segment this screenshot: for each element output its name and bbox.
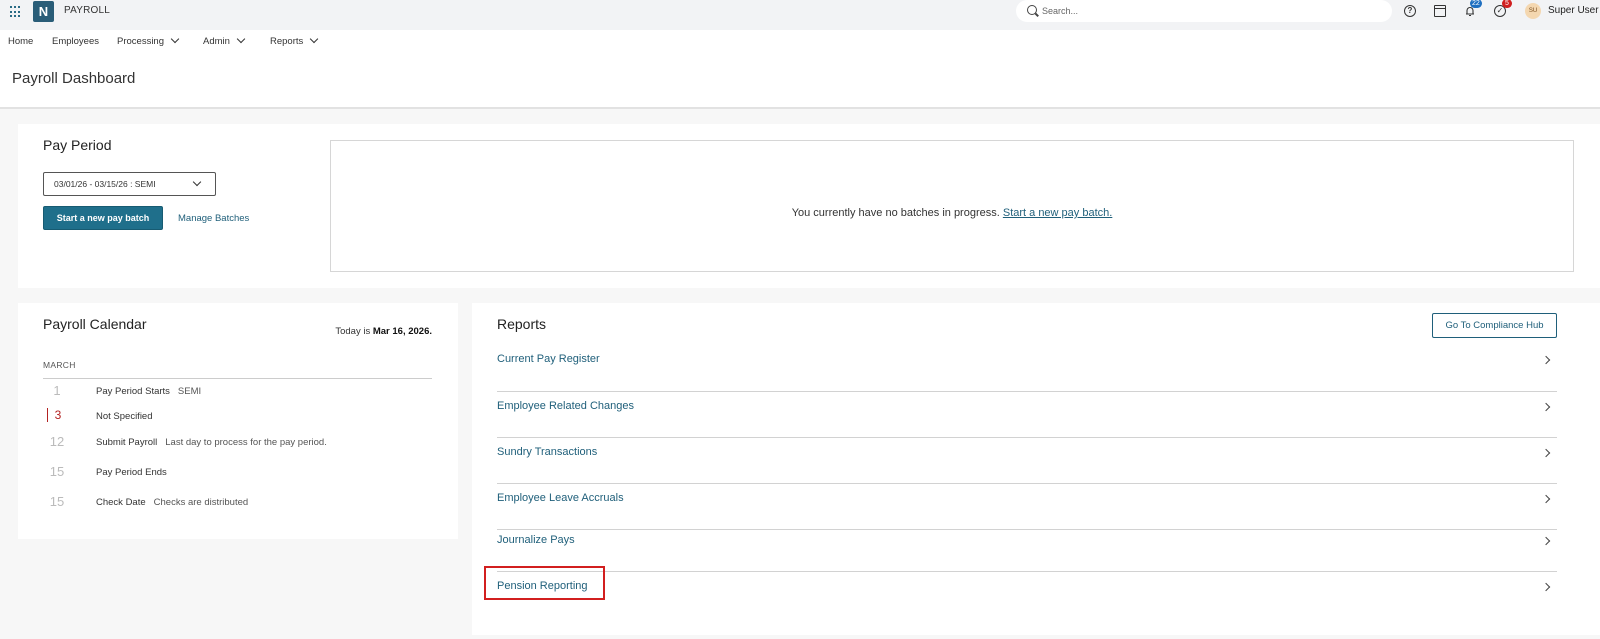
chevron-right-icon [1541, 582, 1551, 592]
calendar-event: 12 Submit Payroll Last day to process for… [43, 434, 432, 452]
pay-period-card: Pay Period 03/01/26 - 03/15/26 : SEMI St… [18, 124, 1600, 288]
event-label: Not Specified [96, 411, 153, 422]
nav-employees[interactable]: Employees [52, 36, 99, 47]
reports-heading: Reports [497, 316, 547, 332]
page-header: Payroll Dashboard [0, 52, 1600, 109]
search-input[interactable] [1042, 3, 1372, 19]
search-icon [1027, 5, 1037, 15]
nav-home-label: Home [8, 36, 34, 47]
divider [43, 378, 432, 379]
event-title: Pay Period Ends [96, 467, 167, 478]
nav-processing-label: Processing [117, 36, 164, 47]
report-label: Employee Related Changes [497, 400, 634, 412]
main-nav: Home Employees Processing Admin Reports [0, 30, 1600, 52]
report-item-employee-related-changes[interactable]: Employee Related Changes [497, 392, 1557, 438]
nav-reports-label: Reports [270, 36, 304, 47]
avatar[interactable]: SU [1525, 3, 1541, 19]
no-batches-text: You currently have no batches in progres… [791, 207, 1000, 219]
report-item-current-pay-register[interactable]: Current Pay Register [497, 344, 1557, 392]
event-label: Check Date Checks are distributed [96, 497, 248, 508]
chevron-right-icon [1541, 494, 1551, 504]
chevron-right-icon [1541, 448, 1551, 458]
calendar-event: 1 Pay Period Starts SEMI [43, 383, 432, 401]
nav-employees-label: Employees [52, 36, 99, 47]
report-label: Journalize Pays [497, 534, 575, 546]
calendar-heading: Payroll Calendar [43, 316, 147, 332]
top-bar: N PAYROLL ? 22 ✓ 5 SU Super User [0, 0, 1600, 30]
search-box[interactable] [1016, 0, 1392, 22]
event-note: Last day to process for the pay period. [165, 437, 327, 448]
pay-period-select-value: 03/01/26 - 03/15/26 : SEMI [54, 179, 156, 189]
event-label: Pay Period Starts SEMI [96, 386, 201, 397]
task-count-badge: 5 [1502, 0, 1512, 8]
notification-count-badge: 22 [1470, 0, 1482, 8]
event-title: Not Specified [96, 411, 153, 422]
no-batches-message: You currently have no batches in progres… [331, 207, 1573, 219]
today-date: Mar 16, 2026. [372, 326, 432, 337]
chevron-right-icon [1541, 402, 1551, 412]
event-label: Pay Period Ends [96, 467, 167, 478]
event-title: Pay Period Starts [96, 386, 170, 397]
event-day: 12 [49, 434, 65, 449]
event-title: Check Date [96, 497, 146, 508]
calendar-event: 15 Check Date Checks are distributed [43, 494, 432, 512]
today-prefix: Today is [335, 326, 371, 337]
apps-grid-icon[interactable] [10, 6, 22, 18]
pay-period-heading: Pay Period [43, 137, 112, 153]
event-day: 15 [49, 494, 65, 509]
nav-admin-label: Admin [203, 36, 230, 47]
report-label: Current Pay Register [497, 353, 600, 365]
report-item-sundry-transactions[interactable]: Sundry Transactions [497, 438, 1557, 484]
chevron-right-icon [1541, 355, 1551, 365]
chevron-down-icon [310, 34, 319, 44]
event-day: 1 [53, 383, 61, 398]
calendar-event-current: 3 Not Specified [43, 408, 432, 426]
report-item-journalize-pays[interactable]: Journalize Pays [497, 530, 1557, 572]
highlight-box [484, 566, 605, 600]
user-name[interactable]: Super User [1548, 5, 1599, 16]
calendar-event: 15 Pay Period Ends [43, 464, 432, 482]
nav-home[interactable]: Home [8, 36, 33, 47]
payroll-calendar-card: Payroll Calendar Today is Mar 16, 2026. … [18, 303, 458, 539]
event-day: 3 [47, 408, 65, 422]
chevron-down-icon [236, 34, 246, 44]
event-label: Submit Payroll Last day to process for th… [96, 437, 327, 448]
nav-processing[interactable]: Processing [117, 34, 180, 47]
report-label: Sundry Transactions [497, 446, 598, 458]
start-pay-batch-link[interactable]: Start a new pay batch. [1003, 207, 1112, 219]
manage-batches-link[interactable]: Manage Batches [178, 213, 249, 224]
chevron-right-icon [1541, 536, 1551, 546]
page-title: Payroll Dashboard [12, 70, 136, 87]
event-note: Checks are distributed [153, 497, 249, 508]
reports-card: Reports Go To Compliance Hub Current Pay… [472, 303, 1600, 635]
nav-reports[interactable]: Reports [270, 34, 319, 47]
start-pay-batch-button[interactable]: Start a new pay batch [43, 206, 163, 230]
report-label: Employee Leave Accruals [497, 492, 624, 504]
nav-admin[interactable]: Admin [203, 34, 246, 47]
help-icon[interactable]: ? [1404, 5, 1416, 17]
event-day: 15 [49, 464, 65, 479]
batch-status-panel: You currently have no batches in progres… [330, 140, 1574, 272]
pay-period-select[interactable]: 03/01/26 - 03/15/26 : SEMI [43, 172, 216, 196]
chevron-down-icon [170, 34, 180, 44]
app-logo[interactable]: N [33, 1, 54, 22]
calendar-month: MARCH [43, 360, 76, 370]
event-note: SEMI [177, 386, 202, 397]
report-item-pension-reporting[interactable]: Pension Reporting [497, 572, 1557, 618]
chevron-down-icon [192, 177, 202, 187]
compliance-hub-button[interactable]: Go To Compliance Hub [1432, 313, 1557, 338]
calendar-icon[interactable] [1434, 5, 1446, 17]
today-indicator: Today is Mar 16, 2026. [335, 326, 432, 337]
event-title: Submit Payroll [96, 437, 158, 448]
app-name: PAYROLL [64, 5, 111, 16]
report-item-employee-leave-accruals[interactable]: Employee Leave Accruals [497, 484, 1557, 530]
